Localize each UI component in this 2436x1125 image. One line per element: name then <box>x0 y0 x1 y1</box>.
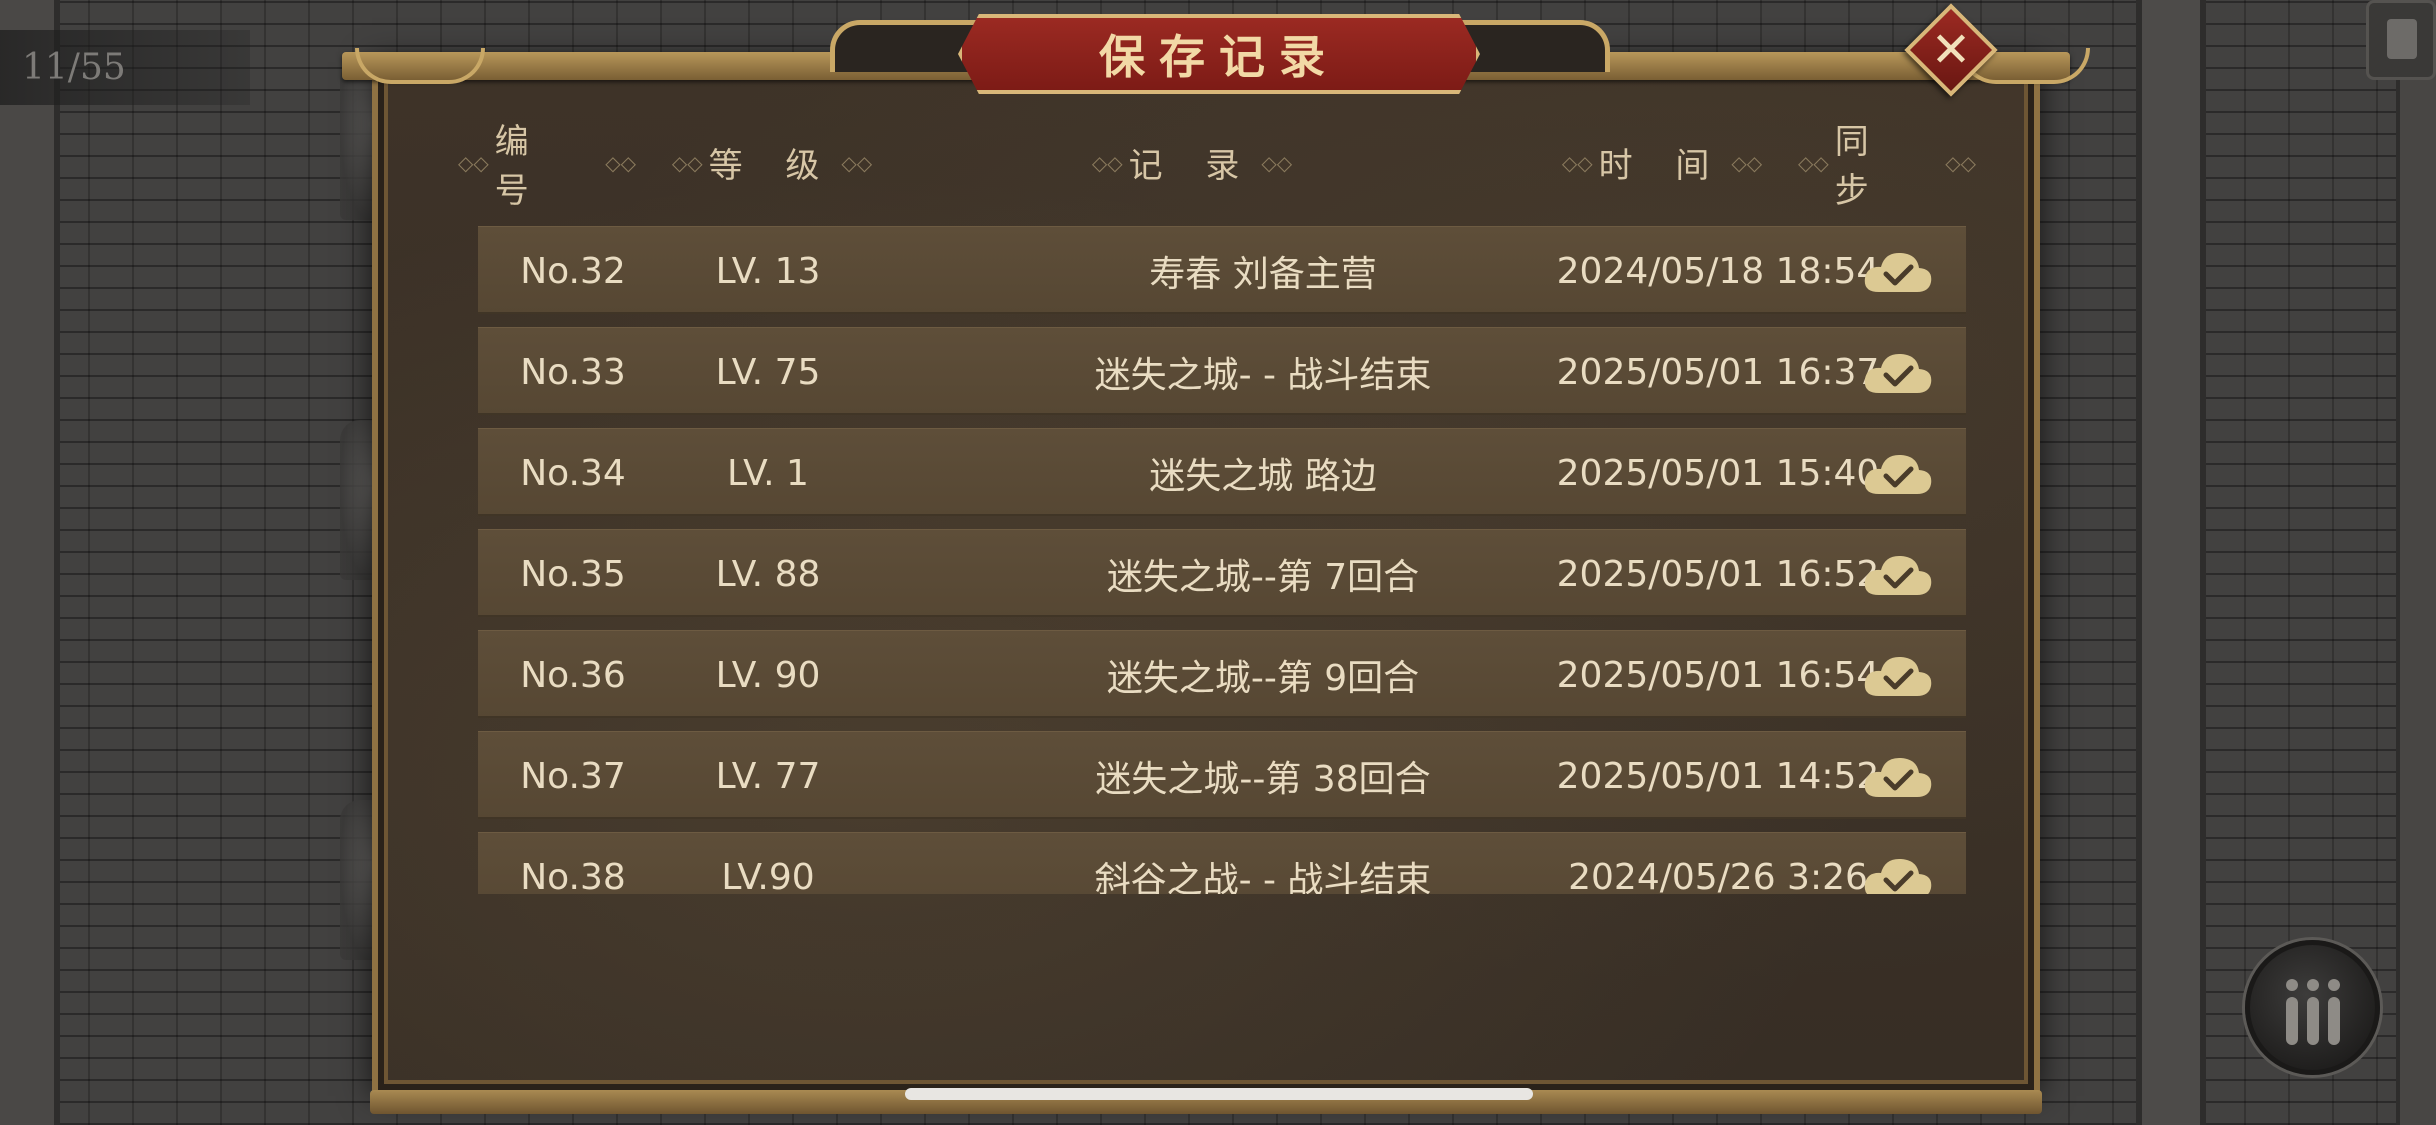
cloud-check-icon <box>1864 454 1932 494</box>
dialog-title: 保存记录 <box>1099 30 1339 84</box>
column-header-record: ◇◇ 记 录 ◇◇ <box>1062 135 1322 190</box>
column-header-number: ◇◇ 编 号 ◇◇ <box>452 122 642 211</box>
sync-status <box>1838 732 1958 820</box>
menu-icon <box>2328 979 2340 991</box>
record-number: No.37 <box>520 755 626 797</box>
ornament-icon: ◇◇ <box>1561 150 1593 175</box>
column-header-label: 时 间 <box>1598 146 1726 186</box>
sync-status <box>1838 631 1958 719</box>
cloud-check-icon <box>1864 252 1932 292</box>
ornament-icon: ◇◇ <box>1731 150 1763 175</box>
ornament-icon: ◇◇ <box>1261 150 1293 175</box>
page-counter: 11/55 <box>0 30 250 105</box>
background-pillar <box>2136 0 2206 1125</box>
menu-icon <box>2328 997 2340 1045</box>
record-level: LV. 13 <box>715 250 821 292</box>
column-header-label: 编 号 <box>494 121 545 211</box>
record-level: LV. 77 <box>715 755 821 797</box>
record-number: No.35 <box>520 553 626 595</box>
close-icon: ✕ <box>1930 22 1972 78</box>
menu-icon <box>2286 997 2298 1045</box>
record-number: No.33 <box>520 351 626 393</box>
column-header-label: 记 录 <box>1128 146 1256 186</box>
rail-ornament <box>355 48 485 84</box>
close-button[interactable]: ✕ <box>1903 2 1999 98</box>
ornament-icon: ◇◇ <box>671 150 703 175</box>
record-row[interactable]: No.38 LV.90 斜谷之战- - 战斗结束 2024/05/26 3:26 <box>478 832 1966 894</box>
record-level: LV. 75 <box>715 351 821 393</box>
corner-button[interactable] <box>2366 0 2436 80</box>
title-wing-right <box>1460 20 1610 72</box>
record-row[interactable]: No.33 LV. 75 迷失之城- - 战斗结束 2025/05/01 16:… <box>478 327 1966 415</box>
menu-icon <box>2286 979 2298 991</box>
record-level: LV.90 <box>721 856 815 895</box>
record-level: LV. 1 <box>727 452 809 494</box>
cloud-check-icon <box>1864 757 1932 797</box>
record-row[interactable]: No.34 LV. 1 迷失之城 路边 2025/05/01 15:40 <box>478 428 1966 516</box>
record-number: No.34 <box>520 452 626 494</box>
cloud-check-icon <box>1864 555 1932 595</box>
ornament-icon: ◇◇ <box>458 150 489 175</box>
ornament-icon: ◇◇ <box>605 150 636 175</box>
title-wing-left <box>830 20 980 72</box>
ornament-icon: ◇◇ <box>1798 150 1829 175</box>
sync-status <box>1838 429 1958 517</box>
ornament-icon: ◇◇ <box>841 150 873 175</box>
cloud-check-icon <box>1864 656 1932 696</box>
cloud-check-icon <box>1864 858 1932 894</box>
record-number: No.38 <box>520 856 626 895</box>
background-pillar <box>2396 0 2436 1125</box>
record-row[interactable]: No.37 LV. 77 迷失之城--第 38回合 2025/05/01 14:… <box>478 731 1966 819</box>
menu-icon <box>2307 997 2319 1045</box>
home-indicator[interactable] <box>905 1088 1533 1100</box>
record-level: LV. 90 <box>715 654 821 696</box>
records-list[interactable]: No.32 LV. 13 寿春 刘备主营 2024/05/18 18:54 No… <box>478 226 1966 894</box>
sync-status <box>1838 530 1958 618</box>
cloud-check-icon <box>1864 353 1932 393</box>
column-header-label: 同 步 <box>1834 121 1885 211</box>
ornament-icon: ◇◇ <box>1091 150 1123 175</box>
menu-button[interactable] <box>2245 940 2380 1075</box>
sync-status <box>1838 328 1958 416</box>
record-number: No.36 <box>520 654 626 696</box>
table-header: ◇◇ 编 号 ◇◇ ◇◇ 等 级 ◇◇ ◇◇ 记 录 ◇◇ ◇◇ 时 间 ◇◇ ◇◇ 同 步 ◇◇ <box>452 122 1982 211</box>
ornament-icon: ◇◇ <box>1945 150 1976 175</box>
record-row[interactable]: No.35 LV. 88 迷失之城--第 7回合 2025/05/01 16:5… <box>478 529 1966 617</box>
column-header-time: ◇◇ 时 间 ◇◇ <box>1532 135 1792 190</box>
menu-icon <box>2307 979 2319 991</box>
dialog-title-plaque: 保存记录 <box>958 14 1480 94</box>
sync-status <box>1838 227 1958 315</box>
record-number: No.32 <box>520 250 626 292</box>
record-row[interactable]: No.36 LV. 90 迷失之城--第 9回合 2025/05/01 16:5… <box>478 630 1966 718</box>
record-row[interactable]: No.32 LV. 13 寿春 刘备主营 2024/05/18 18:54 <box>478 226 1966 314</box>
column-header-sync: ◇◇ 同 步 ◇◇ <box>1792 122 1982 211</box>
sync-status <box>1838 833 1958 894</box>
background-pillar <box>0 0 60 1125</box>
column-header-label: 等 级 <box>708 146 836 186</box>
column-header-level: ◇◇ 等 级 ◇◇ <box>662 135 882 190</box>
record-level: LV. 88 <box>715 553 821 595</box>
